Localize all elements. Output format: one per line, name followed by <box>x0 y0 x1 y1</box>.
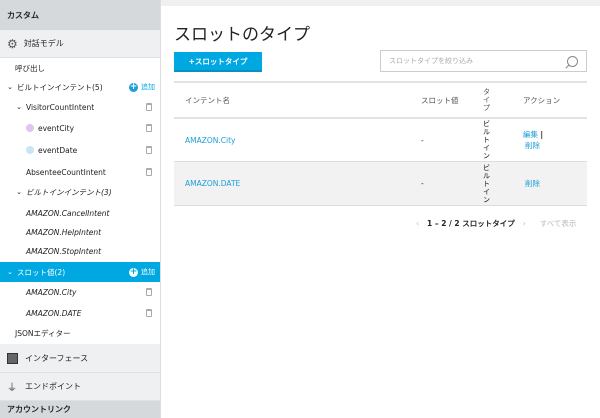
trash-icon[interactable] <box>146 146 152 154</box>
chevron-down-icon: ⌄ <box>16 103 22 111</box>
search-icon[interactable] <box>567 55 578 67</box>
slot-type-link[interactable]: AMAZON.DATE <box>174 179 421 188</box>
sidebar-item-invocation[interactable]: 呼び出し <box>0 58 160 78</box>
plug-icon: ⏚ <box>7 383 17 394</box>
builtin-intent-label: AMAZON.CancelIntent <box>26 208 110 218</box>
visitor-intent-label: VisitorCountIntent <box>26 102 95 112</box>
sidebar-item-dialog-model[interactable]: ⚙ 対話モデル <box>0 30 160 58</box>
json-editor-label: JSONエディター <box>15 328 71 338</box>
interface-icon <box>7 352 18 364</box>
table-header: インテント名 スロット値 タイプ アクション <box>174 83 587 119</box>
plus-icon: + <box>129 266 138 277</box>
builtin-intent-label: AMAZON.StopIntent <box>26 246 102 256</box>
slot-types-table: インテント名 スロット値 タイプ アクション AMAZON.City - ビルト… <box>174 81 587 206</box>
endpoint-label: エンドポイント <box>25 382 81 391</box>
slot-label: eventDate <box>38 145 78 155</box>
column-header: タイプ <box>483 88 490 112</box>
slot-value: - <box>421 135 424 145</box>
section-custom: カスタム <box>0 0 160 30</box>
slot-value: - <box>421 179 424 188</box>
slot-label: eventCity <box>38 123 75 133</box>
type-value: ビルトイン <box>483 163 490 204</box>
trash-icon[interactable] <box>146 288 152 296</box>
delete-link[interactable]: 削除 <box>525 141 540 150</box>
trash-icon[interactable] <box>146 309 152 317</box>
trash-icon[interactable] <box>146 168 152 176</box>
absentee-intent-label: AbsenteeCountIntent <box>26 167 106 177</box>
add-label: 追加 <box>141 83 155 91</box>
builtin-intents-label: ビルトインインテント(5) <box>17 82 103 92</box>
add-label: 追加 <box>141 268 155 276</box>
chevron-down-icon: ⌄ <box>7 268 13 276</box>
sidebar-item-builtin-intents[interactable]: ⌄ ビルトインインテント(5) + 追加 <box>0 77 160 97</box>
chevron-down-icon: ⌄ <box>7 83 13 91</box>
sidebar: カスタム ⚙ 対話モデル 呼び出し ⌄ ビルトインインテント(5) + 追加 ⌄ … <box>0 0 161 418</box>
pagination: ‹ 1 – 2 / 2 スロットタイプ › すべて表示 <box>416 218 576 229</box>
slot-type-label: AMAZON.City <box>26 287 77 297</box>
builtin-sub-label: ビルトインインテント(3) <box>26 187 112 197</box>
plus-icon: + <box>129 81 138 92</box>
table-row: AMAZON.City - ビルトイン 編集 | 削除 <box>174 119 587 162</box>
slot-color-dot <box>26 124 34 132</box>
sidebar-item-builtin[interactable]: AMAZON.StopIntent <box>0 241 160 261</box>
edit-link[interactable]: 編集 <box>523 130 538 139</box>
main-content: スロットのタイプ +スロットタイプ インテント名 スロット値 タイプ アクション… <box>161 0 600 418</box>
sidebar-item-builtin[interactable]: AMAZON.HelpIntent <box>0 222 160 242</box>
page-range: 1 – 2 / 2 スロットタイプ <box>427 219 515 228</box>
builtin-intent-label: AMAZON.HelpIntent <box>26 227 102 237</box>
sidebar-item-slot[interactable]: eventCity <box>0 118 160 138</box>
prev-page-icon[interactable]: ‹ <box>416 219 419 228</box>
dialog-model-label: 対話モデル <box>23 39 64 48</box>
add-slot-type-button[interactable]: +スロットタイプ <box>174 52 262 72</box>
search-box <box>380 50 587 72</box>
section-account-link[interactable]: アカウントリンク <box>0 401 160 418</box>
sidebar-item-slot-values[interactable]: ⌄ スロット値(2) + 追加 <box>0 262 160 282</box>
column-header: インテント名 <box>185 95 230 105</box>
page-title: スロットのタイプ <box>174 25 310 45</box>
search-input[interactable] <box>389 57 567 65</box>
chevron-down-icon: ⌄ <box>16 188 22 196</box>
column-header: スロット値 <box>421 95 459 105</box>
trash-icon[interactable] <box>146 124 152 132</box>
gear-icon: ⚙ <box>7 36 18 51</box>
sidebar-item-builtin-sub[interactable]: ⌄ ビルトインインテント(3) <box>0 182 160 202</box>
slot-color-dot <box>26 146 34 154</box>
add-intent-button[interactable]: + 追加 <box>129 82 155 92</box>
column-header: アクション <box>523 95 561 105</box>
slot-values-label: スロット値(2) <box>17 267 66 277</box>
sidebar-item-json-editor[interactable]: JSONエディター <box>0 323 160 343</box>
sidebar-item-visitor-intent[interactable]: ⌄ VisitorCountIntent <box>0 97 160 117</box>
sidebar-item-endpoint[interactable]: ⏚ エンドポイント <box>0 373 160 401</box>
table-row: AMAZON.DATE - ビルトイン 削除 <box>174 162 587 206</box>
add-slot-type-button[interactable]: + 追加 <box>129 267 155 277</box>
invocation-label: 呼び出し <box>15 63 45 73</box>
sidebar-item-slot[interactable]: eventDate <box>0 140 160 160</box>
next-page-icon[interactable]: › <box>523 219 526 228</box>
interface-label: インターフェース <box>25 353 89 363</box>
trash-icon[interactable] <box>146 103 152 111</box>
sidebar-item-slot-type[interactable]: AMAZON.City <box>0 282 160 302</box>
slot-type-link[interactable]: AMAZON.City <box>174 136 421 145</box>
sidebar-item-builtin[interactable]: AMAZON.CancelIntent <box>0 203 160 223</box>
top-strip <box>161 0 600 6</box>
show-all-link[interactable]: すべて表示 <box>540 218 577 229</box>
sidebar-item-slot-type[interactable]: AMAZON.DATE <box>0 303 160 323</box>
type-value: ビルトイン <box>483 120 490 160</box>
sidebar-item-interface[interactable]: インターフェース <box>0 344 160 373</box>
slot-type-label: AMAZON.DATE <box>26 308 82 318</box>
sidebar-item-absentee-intent[interactable]: AbsenteeCountIntent <box>0 162 160 182</box>
delete-link[interactable]: 削除 <box>525 179 540 188</box>
